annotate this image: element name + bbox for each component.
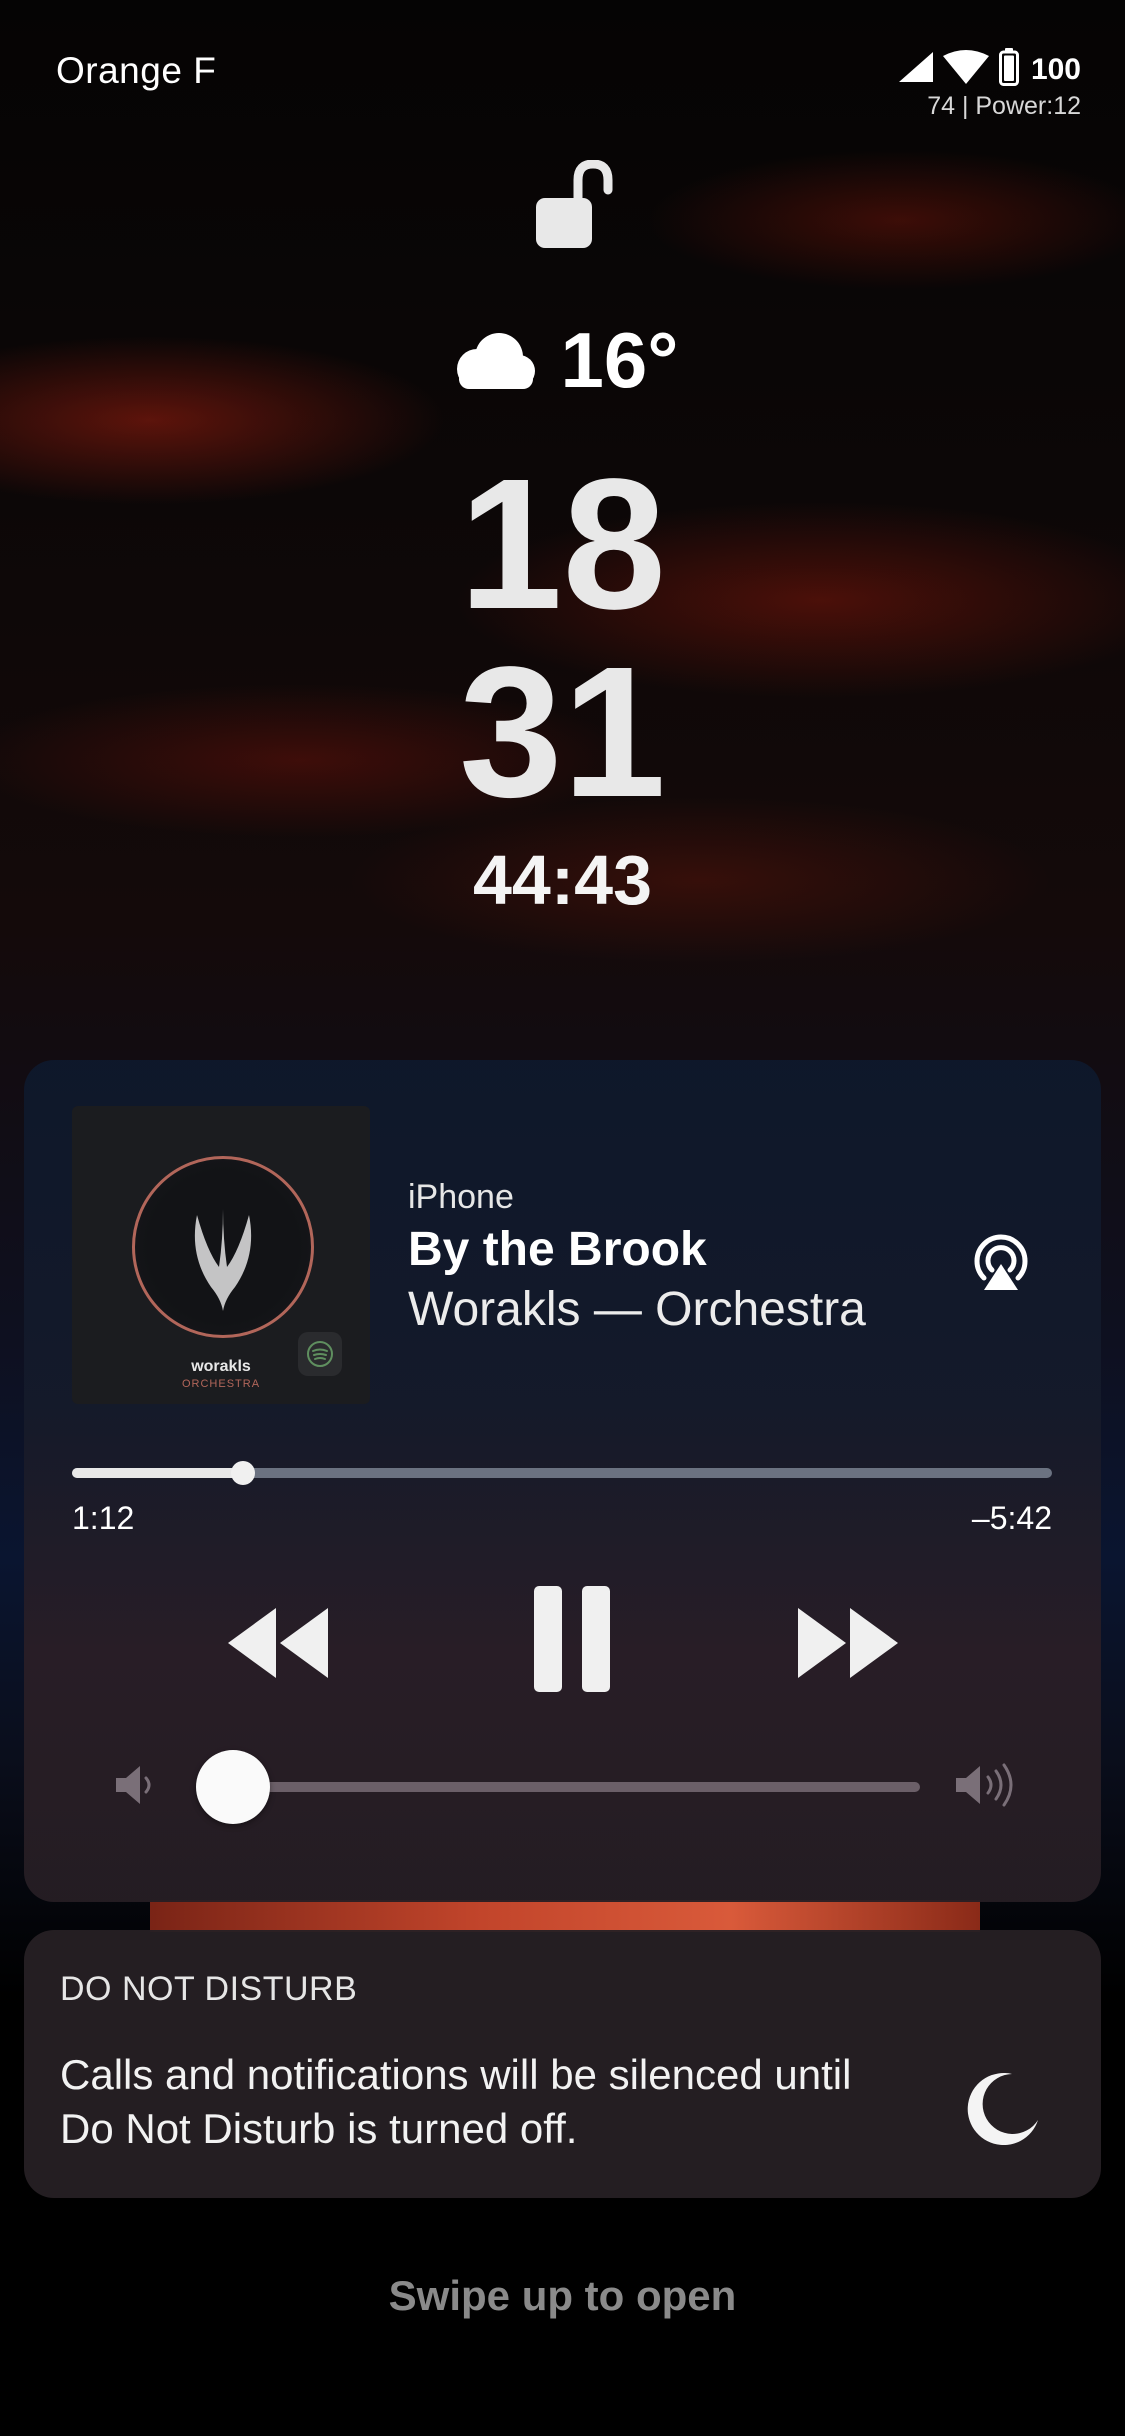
remaining-time: –5:42 [971, 1500, 1052, 1536]
playback-progress-fill [72, 1468, 243, 1478]
track-artist-album: Worakls — Orchestra [408, 1283, 866, 1336]
album-artwork[interactable]: worakls ORCHESTRA [72, 1106, 370, 1404]
volume-slider-knob[interactable] [195, 1750, 270, 1824]
track-title: By the Brook [408, 1223, 707, 1276]
clock-seconds: 44:43 [472, 841, 653, 919]
do-not-disturb-card[interactable]: DO NOT DISTURB Calls and notifications w… [24, 1930, 1101, 2198]
now-playing-card: worakls ORCHESTRA iPhone By the Brook Wo… [24, 1060, 1101, 1902]
rewind-button[interactable] [224, 1598, 334, 1688]
cellular-signal-icon [898, 52, 933, 87]
weather-widget: 16° [0, 315, 1125, 406]
wallpaper-horizon [150, 1900, 980, 1932]
clock-minutes: 31 [459, 629, 666, 836]
airplay-icon[interactable] [968, 1228, 1034, 1294]
rewind-icon [228, 1608, 328, 1678]
pause-icon [534, 1586, 610, 1692]
carrier-name: Orange F [56, 50, 217, 91]
moon-icon [966, 2070, 1042, 2146]
wifi-icon [942, 50, 989, 89]
playback-source: iPhone [408, 1178, 514, 1216]
volume-slider[interactable] [195, 1750, 920, 1824]
status-sub-info: 74 | Power:12 [927, 92, 1081, 120]
home-indicator[interactable] [412, 2400, 712, 2410]
fast-forward-icon [798, 1608, 898, 1678]
battery-icon [998, 48, 1019, 91]
cloud-icon [447, 331, 537, 391]
playback-scrubber-knob[interactable] [230, 1461, 255, 1485]
swipe-up-hint[interactable]: Swipe up to open [0, 2272, 1125, 2320]
temperature: 16° [560, 316, 679, 404]
dnd-title: DO NOT DISTURB [60, 1970, 358, 2008]
volume-low-icon [112, 1760, 162, 1810]
fast-forward-button[interactable] [792, 1598, 902, 1688]
battery-percent: 100 [1030, 52, 1081, 86]
album-title-text: ORCHESTRA [181, 1378, 261, 1390]
playback-scrubber[interactable] [72, 1461, 1052, 1485]
spotify-icon [298, 1332, 342, 1376]
album-emblem [132, 1156, 314, 1338]
status-indicators: 100 [898, 48, 1081, 91]
volume-high-icon [952, 1760, 1032, 1810]
clock-hours: 18 [459, 441, 666, 648]
dnd-message: Calls and notifications will be silenced… [60, 2051, 852, 2152]
pause-button[interactable] [524, 1580, 624, 1700]
elapsed-time: 1:12 [72, 1500, 135, 1536]
unlocked-padlock-icon [532, 159, 618, 252]
